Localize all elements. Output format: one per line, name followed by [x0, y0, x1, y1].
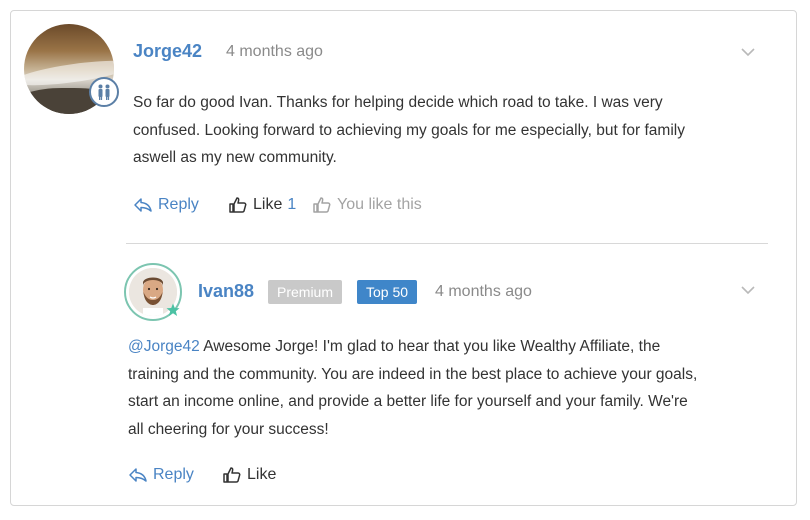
reply-like-button[interactable]: Like: [222, 466, 276, 484]
premium-badge: Premium: [268, 280, 343, 304]
thumbs-up-icon: [223, 467, 241, 483]
comment-line: confused. Looking forward to achieving m…: [133, 121, 685, 139]
family-badge-icon: [89, 77, 119, 107]
thumbs-up-icon: [313, 197, 331, 213]
comment-author[interactable]: Jorge42: [133, 41, 202, 62]
reply-line: all cheering for your success!: [128, 420, 329, 438]
reply-author[interactable]: Ivan88: [198, 281, 254, 302]
mention-link[interactable]: @Jorge42: [128, 338, 200, 355]
thumbs-up-icon: [229, 197, 247, 213]
rank-badge: Top 50: [357, 280, 418, 304]
comment-time: 4 months ago: [226, 43, 323, 60]
like-label: Like: [247, 466, 277, 483]
reply-arrow-icon: [134, 198, 152, 212]
divider: [126, 243, 768, 244]
reply-body: @Jorge42 Awesome Jorge! I'm glad to hear…: [128, 333, 697, 443]
you-like-this-label: You like this: [337, 196, 422, 213]
reply-button[interactable]: Reply: [133, 196, 199, 214]
online-star-icon: [166, 303, 180, 316]
reply-line: training and the community. You are inde…: [128, 365, 698, 383]
like-count[interactable]: 1: [287, 196, 296, 214]
like-button[interactable]: Like 1: [228, 196, 296, 214]
reply-time: 4 months ago: [435, 283, 532, 300]
you-like-this-status: You like this: [312, 196, 422, 214]
chevron-down-icon[interactable]: [740, 285, 756, 295]
reply-label: Reply: [158, 196, 199, 213]
reply-reply-button[interactable]: Reply: [128, 466, 194, 484]
comment-line: aswell as my new community.: [133, 149, 337, 166]
comment-body: So far do good Ivan. Thanks for helping …: [133, 89, 685, 172]
like-label: Like: [253, 196, 283, 213]
reply-arrow-icon: [129, 468, 147, 482]
reply-line: start an income online, and provide a be…: [128, 393, 688, 410]
reply-line: Awesome Jorge! I'm glad to hear that you…: [199, 338, 661, 355]
chevron-down-icon[interactable]: [740, 47, 756, 57]
reply-label: Reply: [153, 466, 194, 483]
comment-line: So far do good Ivan. Thanks for helping …: [133, 94, 663, 111]
